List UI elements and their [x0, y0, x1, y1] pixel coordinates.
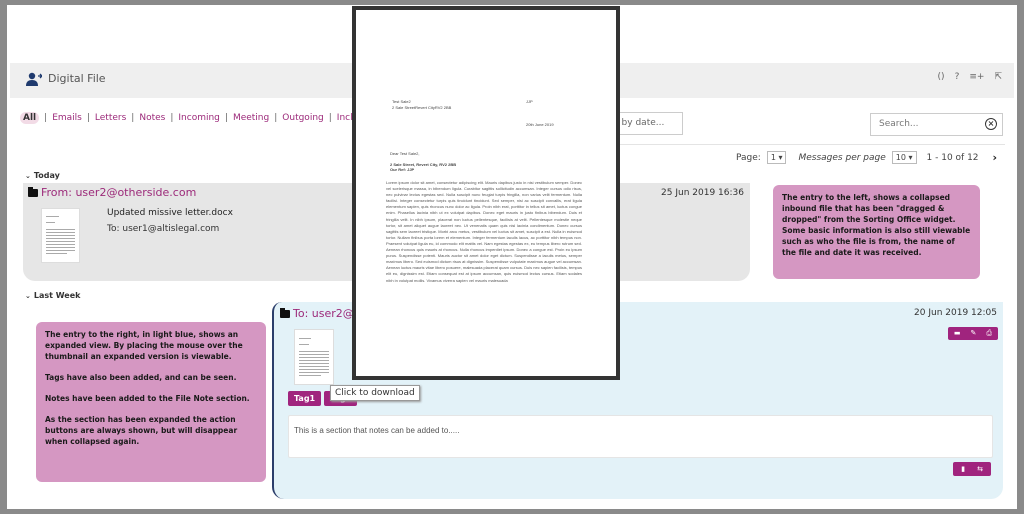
callout-collapsed-explanation: The entry to the left, shows a collapsed…: [773, 185, 980, 279]
filter-notes[interactable]: Notes: [139, 113, 165, 123]
divider: |: [274, 113, 278, 123]
folder-icon: [280, 307, 290, 318]
file-recipient: To: user1@altislegal.com: [107, 224, 220, 234]
entry-action-buttons: ▬ ✎ ⎙: [947, 327, 998, 340]
document-preview-popup[interactable]: Test Sale2 2 Sale StreetRevert CityRV2 2…: [352, 6, 620, 380]
divider: [620, 144, 1005, 145]
export-icon[interactable]: ⇱: [994, 72, 1002, 82]
divider: |: [44, 113, 48, 123]
group-last-week[interactable]: ⌄ Last Week: [25, 291, 80, 300]
page-title: Digital File: [48, 72, 106, 85]
letter-salutation: Dear Test Sale2,: [390, 151, 420, 156]
edit-icon[interactable]: ✎: [971, 329, 977, 338]
date-filter-input[interactable]: r by date...: [610, 112, 683, 135]
divider: |: [224, 113, 228, 123]
callout-paragraph: Notes have been added to the File Note s…: [45, 394, 250, 403]
letter-date: 20th June 2019: [526, 122, 554, 127]
callout-expanded-explanation: The entry to the right, in light blue, s…: [36, 322, 266, 482]
letter-body: Lorem ipsum dolor sit amet, consectetur …: [386, 180, 582, 283]
group-label: Today: [33, 171, 60, 180]
search-placeholder: Search...: [879, 119, 919, 129]
page-select[interactable]: 1 ▾: [766, 151, 787, 164]
filter-bar: All | Emails | Letters | Notes | Incomin…: [20, 112, 387, 124]
undo-icon[interactable]: ⇆: [977, 465, 983, 473]
entry-recipient: To: user2@c: [293, 307, 360, 320]
page-range: 1 - 10 of 12: [926, 152, 979, 163]
pagination: Page: 1 ▾ Messages per page 10 ▾ 1 - 10 …: [736, 151, 997, 164]
search-input[interactable]: Search... ×: [870, 113, 1003, 136]
group-today[interactable]: ⌄ Today: [25, 171, 60, 180]
divider: |: [328, 113, 332, 123]
filter-outgoing[interactable]: Outgoing: [282, 113, 323, 123]
file-thumbnail[interactable]: [294, 329, 334, 385]
entry-date: 25 Jun 2019 16:36: [661, 188, 744, 198]
callout-paragraph: Tags have also been added, and can be se…: [45, 373, 237, 382]
entry-header: To: user2@c: [280, 307, 360, 320]
note-action-buttons: ▮ ⇆: [953, 462, 991, 476]
letter-address: 2 Sale StreetRevert CityRV2 2BB: [392, 105, 452, 110]
filter-meeting[interactable]: Meeting: [233, 113, 269, 123]
entry-header: From: user2@otherside.com: [28, 186, 196, 199]
chevron-down-icon: ⌄: [25, 172, 31, 180]
entry-date: 20 Jun 2019 12:05: [914, 308, 997, 318]
group-label: Last Week: [33, 291, 81, 300]
filter-letters[interactable]: Letters: [95, 113, 126, 123]
per-page-label: Messages per page: [798, 152, 886, 163]
file-thumbnail[interactable]: [41, 208, 80, 263]
user-transfer-icon: [26, 72, 42, 86]
entry-sender: From: user2@otherside.com: [41, 186, 197, 199]
page-label: Page:: [736, 152, 761, 163]
file-note-textarea[interactable]: This is a section that notes can be adde…: [288, 415, 993, 458]
print-icon[interactable]: ⎙: [986, 329, 992, 338]
filter-emails[interactable]: Emails: [52, 113, 82, 123]
callout-paragraph: As the section has been expanded the act…: [45, 415, 238, 446]
archive-icon[interactable]: ▬: [954, 329, 961, 338]
filter-all[interactable]: All: [20, 112, 40, 124]
divider: |: [170, 113, 174, 123]
divider: |: [131, 113, 135, 123]
header-toolbar: () ? ≡+ ⇱: [938, 72, 1002, 82]
filter-incoming[interactable]: Incoming: [178, 113, 220, 123]
download-tooltip: Click to download: [330, 385, 420, 401]
letter-our-ref: Our Ref: JJP: [390, 167, 415, 172]
add-list-icon[interactable]: ≡+: [969, 72, 984, 82]
clear-search-icon[interactable]: ×: [985, 118, 997, 130]
divider: |: [86, 113, 90, 123]
chevron-down-icon: ⌄: [25, 292, 31, 300]
callout-paragraph: The entry to the right, in light blue, s…: [45, 330, 243, 361]
letter-ref: JJP: [526, 99, 533, 104]
next-page-button[interactable]: ›: [993, 151, 998, 164]
save-icon[interactable]: ▮: [961, 465, 965, 473]
per-page-select[interactable]: 10 ▾: [891, 151, 917, 164]
file-name[interactable]: Updated missive letter.docx: [107, 208, 233, 218]
folder-icon: [28, 186, 38, 197]
refresh-icon[interactable]: (): [938, 72, 945, 82]
help-icon[interactable]: ?: [955, 72, 960, 82]
letter-recipient: Test Sale2: [392, 99, 411, 104]
tag[interactable]: Tag1: [288, 391, 322, 406]
